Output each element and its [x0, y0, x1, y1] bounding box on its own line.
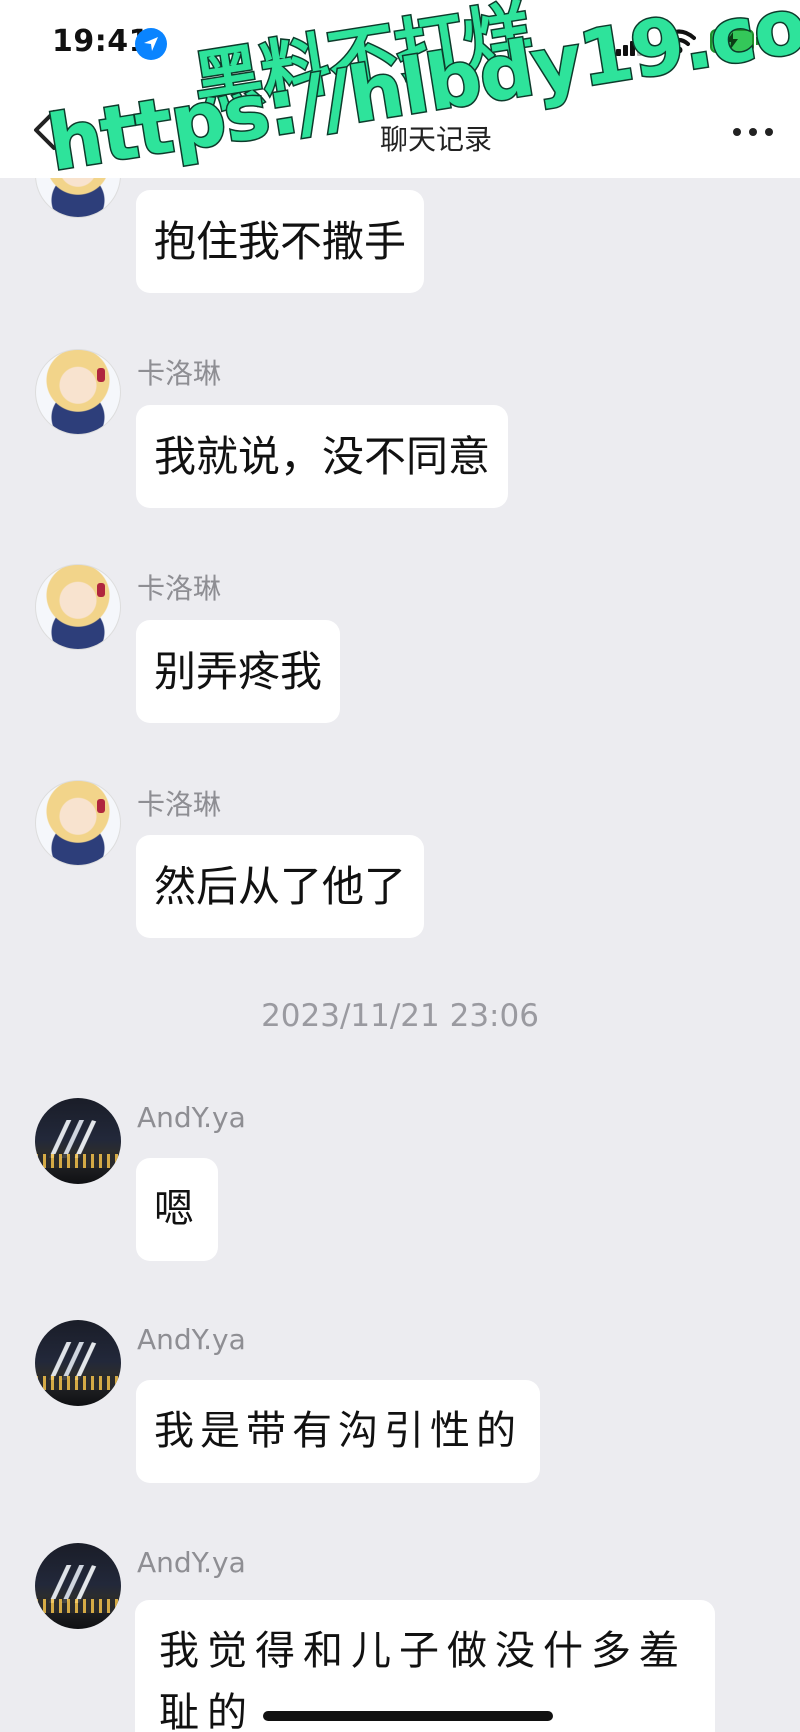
message-bubble[interactable]: 我是带有沟引性的 — [136, 1380, 540, 1483]
sender-name: 卡洛琳 — [137, 357, 222, 390]
chat-timestamp: 2023/11/21 23:06 — [261, 998, 539, 1034]
redaction-bar — [263, 1711, 553, 1721]
message-bubble[interactable]: 我就说，没不同意 — [136, 405, 509, 508]
message-text-line2: 耻的 — [159, 1690, 255, 1732]
sender-name: AndY.ya — [137, 1546, 246, 1579]
avatar[interactable] — [35, 1320, 121, 1406]
message-bubble[interactable]: 嗯 — [136, 1158, 218, 1261]
avatar[interactable] — [35, 1543, 121, 1629]
message-bubble[interactable]: 然后从了他了 — [136, 835, 425, 938]
sender-name: AndY.ya — [137, 1323, 246, 1356]
chat-history-screen: 19:41 聊天记录 抱住我不撒手 卡洛琳 我就说，没不同意 卡洛琳 别弄疼我 … — [0, 0, 800, 1732]
avatar[interactable] — [35, 780, 121, 866]
avatar[interactable] — [35, 349, 121, 435]
sender-name: 卡洛琳 — [137, 572, 222, 605]
message-bubble[interactable]: 我觉得和儿子做没什多羞 耻的 — [135, 1600, 715, 1732]
message-text-line: 我觉得和儿子做没什多羞 — [159, 1628, 687, 1674]
more-options-icon[interactable] — [733, 128, 773, 138]
avatar[interactable] — [35, 1098, 121, 1184]
message-text-line: 耻的 — [159, 1682, 691, 1732]
location-arrow-icon — [135, 28, 167, 60]
message-bubble[interactable]: 抱住我不撒手 — [136, 190, 425, 293]
sender-name: AndY.ya — [137, 1101, 246, 1134]
message-bubble[interactable]: 别弄疼我 — [136, 620, 341, 723]
sender-name: 卡洛琳 — [137, 788, 222, 821]
avatar[interactable] — [35, 564, 121, 650]
